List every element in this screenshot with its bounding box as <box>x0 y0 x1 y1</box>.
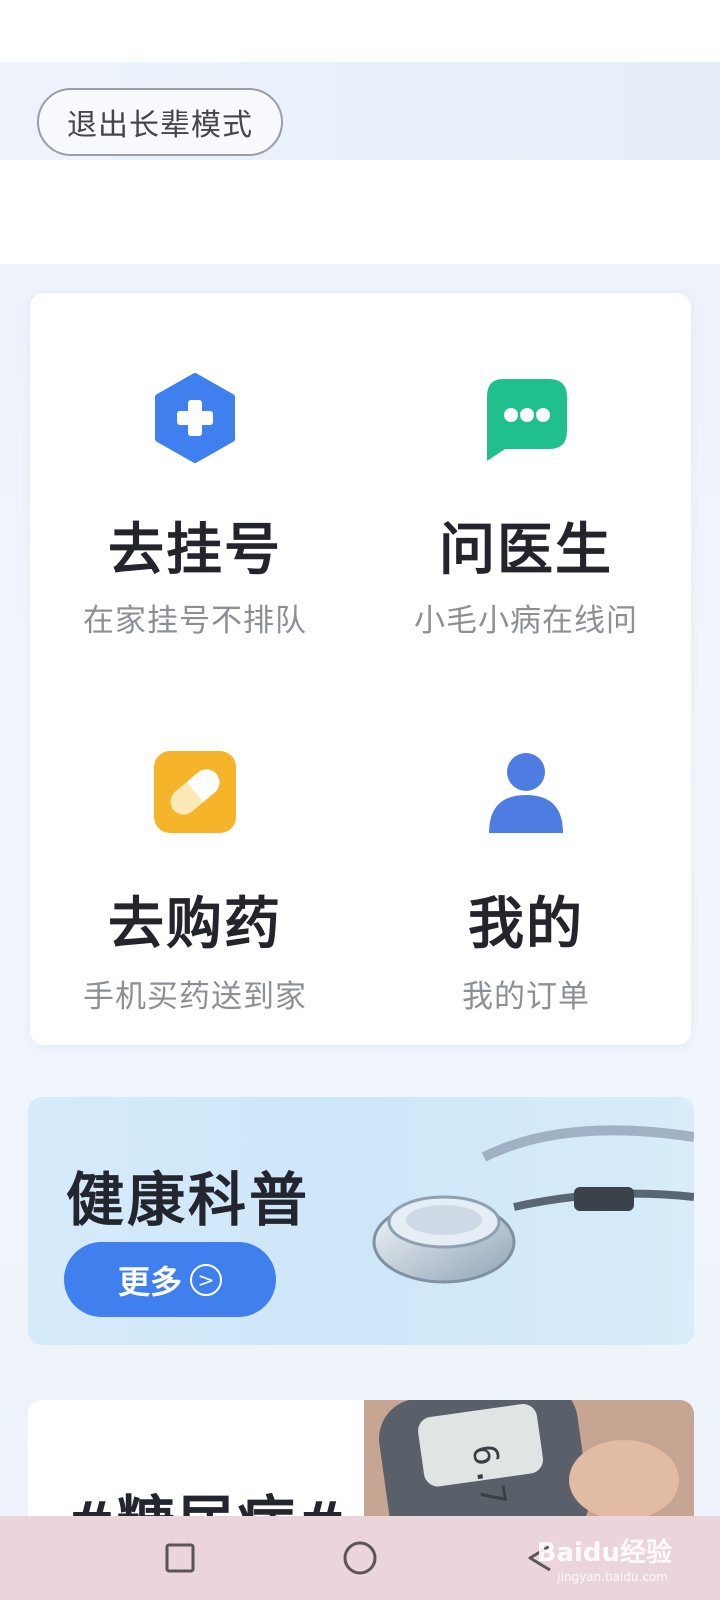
service-subtitle: 小毛小病在线问 <box>414 603 638 639</box>
service-title: 我的 <box>468 892 584 957</box>
service-buy-medicine[interactable]: 去购药 手机买药送到家 <box>30 669 360 1039</box>
chat-bubble-icon <box>487 379 567 461</box>
watermark: Baidu经验 <box>536 1538 672 1568</box>
service-title: 问医生 <box>439 518 613 583</box>
service-title: 去购药 <box>108 892 282 957</box>
health-science-banner[interactable]: 健康科普 更多 > <box>28 1097 694 1345</box>
more-label: 更多 <box>117 1262 182 1301</box>
more-button[interactable]: 更多 > <box>64 1242 276 1317</box>
service-subtitle: 手机买药送到家 <box>83 979 307 1015</box>
service-grid-card: 去挂号 在家挂号不排队 问医生 小毛小病在线问 去购药 手机买药送到家 我的 我… <box>30 293 691 1045</box>
service-mine[interactable]: 我的 我的订单 <box>361 669 691 1039</box>
spacer <box>0 160 720 264</box>
stethoscope-image <box>372 1125 694 1284</box>
banner-title: 健康科普 <box>66 1166 311 1234</box>
watermark-url: jingyan.baidu.com <box>557 1570 668 1584</box>
exit-elder-mode-button[interactable]: 退出长辈模式 <box>37 88 283 156</box>
exit-elder-mode-label: 退出长辈模式 <box>67 108 253 143</box>
service-ask-doctor[interactable]: 问医生 小毛小病在线问 <box>361 293 691 663</box>
square-icon <box>165 1543 195 1573</box>
circle-icon <box>343 1541 377 1575</box>
home-button[interactable] <box>340 1538 380 1578</box>
chevron-right-icon: > <box>190 1263 222 1296</box>
status-area <box>0 0 720 62</box>
recent-apps-button[interactable] <box>160 1538 200 1578</box>
service-register[interactable]: 去挂号 在家挂号不排队 <box>30 293 360 663</box>
screen: 退出长辈模式 去挂号 在家挂号不排队 问医生 小毛小病在线问 去购药 手机买药送… <box>0 0 720 1600</box>
user-icon <box>489 753 563 833</box>
service-title: 去挂号 <box>108 518 282 583</box>
hospital-plus-icon <box>155 373 235 463</box>
pill-icon <box>154 751 236 833</box>
service-subtitle: 在家挂号不排队 <box>83 603 307 639</box>
service-subtitle: 我的订单 <box>462 979 590 1015</box>
